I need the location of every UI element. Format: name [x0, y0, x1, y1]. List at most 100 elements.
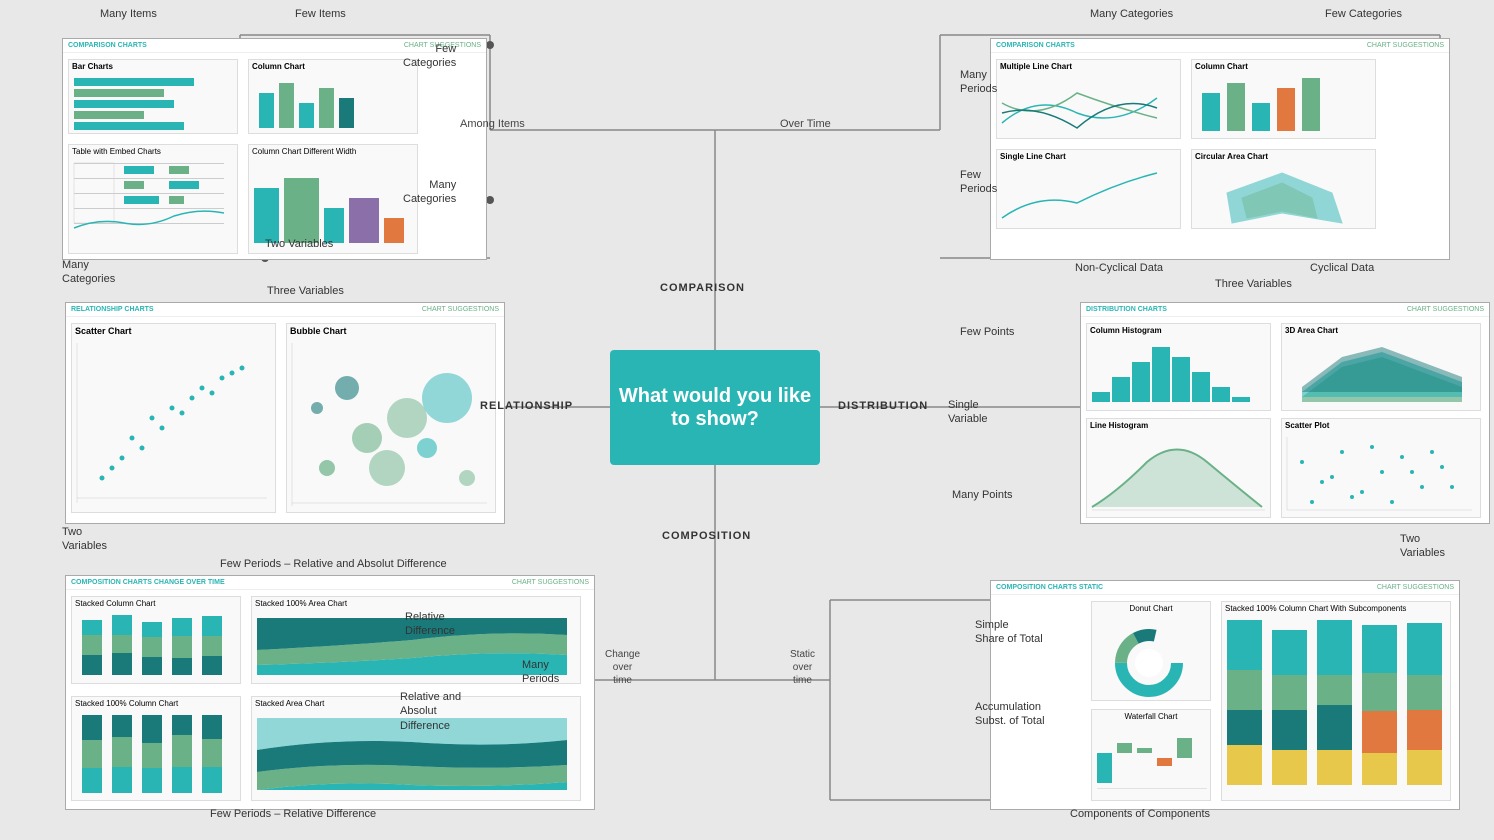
column-chart-mini[interactable]: Column Chart [248, 59, 418, 134]
column-chart-right-title: Column Chart [1192, 60, 1375, 73]
single-line-chart-mini[interactable]: Single Line Chart [996, 149, 1181, 229]
comp-static-header: COMPOSITION CHARTS STATIC [996, 584, 1103, 591]
line-hist-svg [1087, 432, 1267, 514]
cyclical-label: Cyclical Data [1310, 262, 1374, 274]
comp-static-suggestion: CHART SUGGESTIONS [1377, 584, 1454, 591]
dist-suggestion: CHART SUGGESTIONS [1407, 306, 1484, 313]
line-histogram-mini[interactable]: Line Histogram [1086, 418, 1271, 518]
comparison-left-panel: COMPARISON CHARTS CHART SUGGESTIONS Bar … [62, 38, 487, 260]
3d-area-chart-mini[interactable]: 3D Area Chart [1281, 323, 1481, 411]
circular-area-title: Circular Area Chart [1192, 150, 1375, 163]
col-hist-svg [1087, 337, 1267, 407]
line-hist-title: Line Histogram [1087, 419, 1270, 432]
scatter-title: Scatter Chart [72, 324, 275, 338]
single-line-title: Single Line Chart [997, 150, 1180, 163]
3d-area-svg [1282, 337, 1477, 407]
single-var-label: SingleVariable [948, 398, 988, 427]
accumulation-label: AccumulationSubst. of Total [975, 700, 1045, 729]
comp-many-periods-label: ManyPeriods [522, 658, 559, 687]
col-hist-title: Column Histogram [1087, 324, 1270, 337]
3d-area-title: 3D Area Chart [1282, 324, 1480, 337]
many-points-label: Many Points [952, 488, 1013, 502]
comp-right-header: COMPARISON CHARTS [996, 42, 1075, 49]
comp-change-suggestion: CHART SUGGESTIONS [512, 579, 589, 586]
dist-three-vars-label: Three Variables [1215, 278, 1292, 290]
comparison-label: COMPARISON [660, 282, 745, 294]
stacked-100-sub-mini[interactable]: Stacked 100% Column Chart With Subcompon… [1221, 601, 1451, 801]
stacked-col-mini[interactable]: Stacked Column Chart [71, 596, 241, 684]
rel-three-vars-label: Three Variables [267, 285, 344, 297]
column-chart-right-svg [1192, 73, 1372, 135]
relationship-label: RELATIONSHIP [480, 400, 573, 412]
relationship-panel: RELATIONSHIP CHARTS CHART SUGGESTIONS Sc… [65, 302, 505, 524]
donut-svg [1092, 615, 1207, 697]
scatter-svg [72, 338, 272, 510]
main-canvas: What would you like to show? COMPARISON … [0, 0, 1494, 840]
multi-line-title: Multiple Line Chart [997, 60, 1180, 73]
among-items-label: Among Items [460, 118, 525, 130]
stacked-100-sub-svg [1222, 615, 1447, 790]
donut-chart-mini[interactable]: Donut Chart [1091, 601, 1211, 701]
many-cats-right-top-label: Many Categories [1090, 8, 1173, 20]
bubble-chart-mini[interactable]: Bubble Chart [286, 323, 496, 513]
many-items-label: Many Items [100, 8, 157, 20]
column-chart-svg [249, 73, 409, 131]
column-histogram-mini[interactable]: Column Histogram [1086, 323, 1271, 411]
donut-title: Donut Chart [1092, 602, 1210, 615]
bubble-title: Bubble Chart [287, 324, 495, 338]
table-embed-title: Table with Embed Charts [69, 145, 237, 158]
composition-label: COMPOSITION [662, 530, 751, 542]
stacked-100-col-mini[interactable]: Stacked 100% Column Chart [71, 696, 241, 801]
bar-charts-mini[interactable]: Bar Charts [68, 59, 238, 134]
scatter-plot-title: Scatter Plot [1282, 419, 1480, 432]
relative-diff-label: RelativeDifference [405, 610, 455, 639]
stacked-col-title: Stacked Column Chart [72, 597, 240, 610]
many-periods-label: ManyPeriods [960, 68, 997, 97]
many-cats-bottom-label: ManyCategories [62, 258, 115, 287]
non-cyclical-label: Non-Cyclical Data [1075, 262, 1163, 274]
column-chart-right-mini[interactable]: Column Chart [1191, 59, 1376, 139]
over-time-label: Over Time [780, 118, 831, 130]
table-embed-charts-mini[interactable]: Table with Embed Charts [68, 144, 238, 254]
circular-area-chart-mini[interactable]: Circular Area Chart [1191, 149, 1376, 229]
bar-charts-svg [69, 73, 229, 131]
static-over-time-label: Staticovertime [790, 648, 815, 687]
scatter-chart-mini[interactable]: Scatter Chart [71, 323, 276, 513]
column-diff-title: Column Chart Different Width [249, 145, 417, 158]
waterfall-svg [1092, 723, 1207, 797]
comparison-right-panel: COMPARISON CHARTS CHART SUGGESTIONS Mult… [990, 38, 1450, 260]
multiple-line-chart-mini[interactable]: Multiple Line Chart [996, 59, 1181, 139]
change-over-time-label: Changeovertime [605, 648, 640, 687]
few-items-label: Few Items [295, 8, 346, 20]
bubble-svg [287, 338, 492, 510]
comp-change-header: COMPOSITION CHARTS CHANGE OVER TIME [71, 579, 225, 586]
few-cats-right-label: Few Categories [1325, 8, 1402, 20]
components-label: Components of Components [1070, 808, 1210, 820]
comp-left-header: COMPARISON CHARTS [68, 42, 147, 49]
scatter-plot-mini[interactable]: Scatter Plot [1281, 418, 1481, 518]
stacked-100-col-title: Stacked 100% Column Chart [72, 697, 240, 710]
simple-share-label: SimpleShare of Total [975, 618, 1043, 647]
two-vars-label: Two Variables [265, 238, 333, 250]
distribution-label: DISTRIBUTION [838, 400, 928, 412]
bar-charts-title: Bar Charts [69, 60, 237, 73]
distribution-panel: DISTRIBUTION CHARTS CHART SUGGESTIONS Co… [1080, 302, 1490, 524]
center-text: What would you like to show? [610, 385, 820, 431]
comp-right-suggestion: CHART SUGGESTIONS [1367, 42, 1444, 49]
circular-area-svg [1192, 163, 1372, 225]
few-periods-label: FewPeriods [960, 168, 997, 197]
waterfall-title: Waterfall Chart [1092, 710, 1210, 723]
dist-two-vars-label: TwoVariables [1400, 532, 1445, 561]
center-question-box: What would you like to show? [610, 350, 820, 465]
composition-static-panel: COMPOSITION CHARTS STATIC CHART SUGGESTI… [990, 580, 1460, 810]
dist-header: DISTRIBUTION CHARTS [1086, 306, 1167, 313]
few-cats-label: FewCategories [403, 42, 456, 71]
stacked-100-col-svg [72, 710, 237, 798]
composition-change-panel: COMPOSITION CHARTS CHANGE OVER TIME CHAR… [65, 575, 595, 810]
relative-absolut-label: Relative andAbsolutDifference [400, 690, 461, 733]
waterfall-chart-mini[interactable]: Waterfall Chart [1091, 709, 1211, 801]
rel-two-vars-label: TwoVariables [62, 525, 107, 554]
few-periods-relative-absolut-label: Few Periods – Relative and Absolut Diffe… [220, 558, 447, 570]
table-embed-svg [69, 158, 229, 248]
many-cats-right-label: ManyCategories [403, 178, 456, 207]
